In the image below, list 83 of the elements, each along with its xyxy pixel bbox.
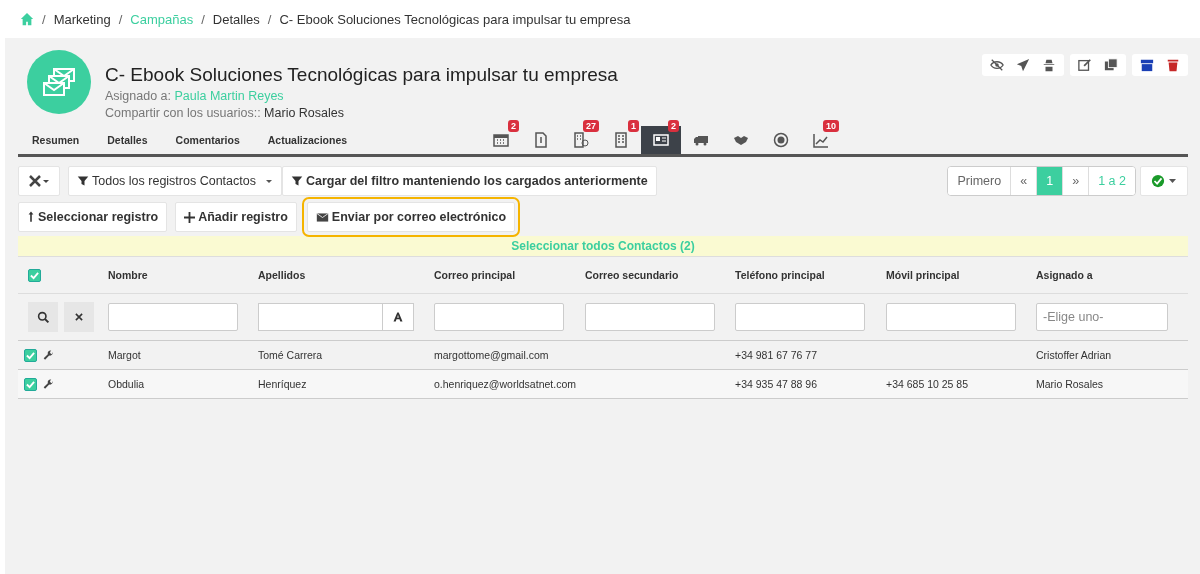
table-cell: Mario Rosales bbox=[1036, 378, 1104, 390]
caret-icon bbox=[264, 178, 273, 184]
table-cell: Tomé Carrera bbox=[258, 349, 323, 361]
tab[interactable]: Resumen bbox=[18, 134, 94, 154]
table-cell: +34 981 67 76 77 bbox=[735, 349, 818, 361]
count-badge: 2 bbox=[668, 120, 680, 132]
check-circle-icon bbox=[1151, 174, 1165, 188]
table-cell: o.henriquez@worldsatnet.com bbox=[434, 378, 576, 390]
copy-icon bbox=[1104, 58, 1118, 72]
count-badge: 2 bbox=[508, 120, 520, 132]
table-cell: Obdulia bbox=[108, 378, 145, 390]
table-cell: Margot bbox=[108, 349, 141, 361]
table-cell: +34 935 47 88 96 bbox=[735, 378, 818, 390]
column-header: Asignado a bbox=[1036, 269, 1093, 281]
filter-field[interactable] bbox=[434, 303, 564, 331]
column-header: Correo principal bbox=[434, 269, 516, 281]
assigned-select[interactable]: -Elige uno- bbox=[1036, 303, 1168, 331]
document-icon bbox=[533, 132, 550, 148]
breadcrumb-item[interactable]: Marketing bbox=[53, 11, 111, 27]
table-cell: +34 685 10 25 85 bbox=[886, 378, 969, 390]
close-icon bbox=[74, 312, 84, 322]
checkbox[interactable] bbox=[24, 377, 37, 391]
column-header: Correo secundario bbox=[585, 269, 679, 281]
search-button[interactable] bbox=[28, 302, 58, 332]
checkbox[interactable] bbox=[28, 268, 41, 282]
assigned-label: Asignado a: bbox=[105, 89, 172, 103]
trash-icon bbox=[1166, 58, 1180, 72]
share-label: Compartir con los usuarios:: bbox=[105, 106, 261, 120]
building-icon bbox=[573, 132, 590, 148]
load-filter-button[interactable]: Cargar del filtro manteniendo los cargados anteriormente bbox=[281, 166, 657, 196]
eye-slash-icon bbox=[990, 58, 1004, 72]
edit-icon bbox=[1078, 58, 1092, 72]
arrow-up-icon bbox=[27, 210, 35, 224]
breadcrumb-separator: / bbox=[267, 11, 272, 27]
breadcrumb-item: C- Ebook Soluciones Tecnológicas para impulsar tu empresa bbox=[279, 11, 631, 27]
column-header: Nombre bbox=[108, 269, 148, 281]
breadcrumb-separator: / bbox=[201, 11, 205, 27]
table-cell: margottome@gmail.com bbox=[434, 349, 549, 361]
filter-dropdown[interactable]: Todos los registros Contactos bbox=[68, 166, 282, 196]
caret-icon bbox=[1168, 178, 1177, 184]
breadcrumb-item[interactable]: Detalles bbox=[212, 11, 260, 27]
calendar-icon bbox=[493, 132, 510, 148]
shared-user: Mario Rosales bbox=[264, 106, 344, 120]
plus-icon bbox=[184, 211, 196, 223]
filter-field[interactable] bbox=[258, 303, 414, 331]
count-badge: 10 bbox=[823, 120, 840, 132]
send-icon bbox=[1016, 58, 1030, 72]
breadcrumb-separator: / bbox=[42, 11, 46, 27]
select-record-button[interactable]: Seleccionar registro bbox=[18, 202, 168, 232]
filter-field[interactable] bbox=[585, 303, 715, 331]
checkbox[interactable] bbox=[24, 348, 37, 362]
filter-field[interactable] bbox=[886, 303, 1016, 331]
tools-dropdown[interactable] bbox=[18, 166, 60, 196]
tab[interactable]: Detalles bbox=[93, 134, 162, 154]
envelope-icon bbox=[315, 210, 329, 224]
wrench-icon bbox=[43, 378, 54, 390]
filter-icon bbox=[290, 175, 303, 187]
filter-icon bbox=[77, 175, 89, 187]
breadcrumb-separator: / bbox=[118, 11, 123, 27]
column-header: Apellidos bbox=[258, 269, 306, 281]
font-icon bbox=[392, 311, 404, 323]
table-cell: Cristoffer Adrian bbox=[1036, 349, 1112, 361]
archive-icon bbox=[1140, 58, 1154, 72]
id-card-icon bbox=[653, 132, 670, 148]
filter-field[interactable] bbox=[735, 303, 865, 331]
count-badge: 1 bbox=[628, 120, 640, 132]
add-record-button[interactable]: Añadir registro bbox=[175, 202, 297, 232]
tab[interactable]: Comentarios bbox=[161, 134, 254, 154]
wrench-icon bbox=[43, 349, 54, 361]
count-badge: 27 bbox=[583, 120, 600, 132]
target-icon bbox=[773, 132, 790, 148]
record-title: C- Ebook Soluciones Tecnológicas para impulsar tu empresa bbox=[105, 64, 618, 86]
building-icon bbox=[613, 132, 630, 148]
line-chart-icon bbox=[813, 132, 830, 148]
search-icon bbox=[36, 310, 50, 324]
column-header: Teléfono principal bbox=[735, 269, 825, 281]
filter-field[interactable] bbox=[108, 303, 238, 331]
column-header: Móvil principal bbox=[886, 269, 960, 281]
table-cell: Henríquez bbox=[258, 378, 307, 390]
status-dropdown[interactable] bbox=[1140, 166, 1188, 196]
tab[interactable]: Actualizaciones bbox=[253, 134, 362, 154]
home-icon bbox=[20, 12, 34, 26]
clear-button[interactable] bbox=[64, 302, 94, 332]
